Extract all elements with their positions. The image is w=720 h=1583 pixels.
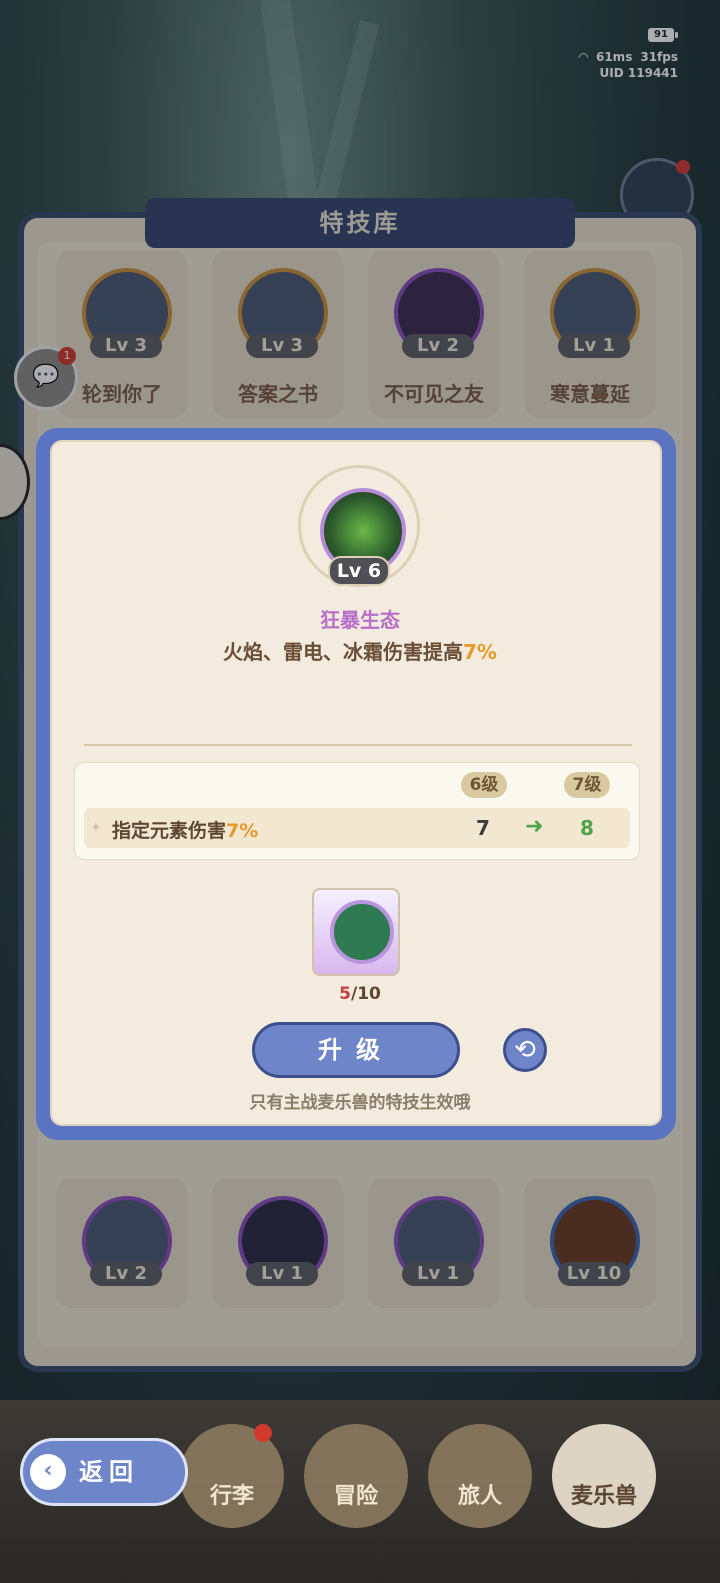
back-arrow-icon: ‹ [30,1454,66,1490]
refresh-icon: ⟲ [514,1035,536,1065]
material-need: /10 [350,984,381,1004]
stat-label: 指定元素伤害7% [112,816,258,843]
tab-traveler[interactable] [428,1424,532,1528]
tab-label: 冒险 [333,1484,378,1509]
skill-level-badge: Lv 6 [328,556,390,586]
tab-label: 旅人 [457,1484,502,1509]
material-count: 5/10 [0,984,720,1004]
stat-label-value: 7% [226,820,259,842]
stat-next-value: 8 [580,816,594,840]
arrow-right-icon: ➜ [525,814,544,839]
skill-title: 狂暴生态 [320,608,400,632]
material-icon [330,900,394,964]
next-level-tag: 7级 [564,772,610,798]
notification-dot [254,1424,272,1442]
sparkle-icon: ✦ [90,820,102,836]
hint-text: 只有主战麦乐兽的特技生效哦 [249,1093,471,1113]
description-text: 火焰、雷电、冰霜伤害提高 [223,640,464,664]
tab-label: 麦乐兽 [570,1484,637,1509]
divider [84,744,632,746]
stat-label-text: 指定元素伤害 [112,820,227,842]
reset-button[interactable]: ⟲ [503,1028,547,1072]
skill-description: 火焰、雷电、冰霜伤害提高7% [0,636,720,665]
description-value: 7% [463,640,497,664]
material-have: 5 [339,984,351,1004]
upgrade-button[interactable]: 升级 [252,1022,460,1078]
tab-adventure[interactable] [304,1424,408,1528]
tab-label: 行李 [209,1484,254,1509]
tab-pets[interactable] [552,1424,656,1528]
current-level-tag: 6级 [461,772,507,798]
stat-current-value: 7 [476,816,490,840]
